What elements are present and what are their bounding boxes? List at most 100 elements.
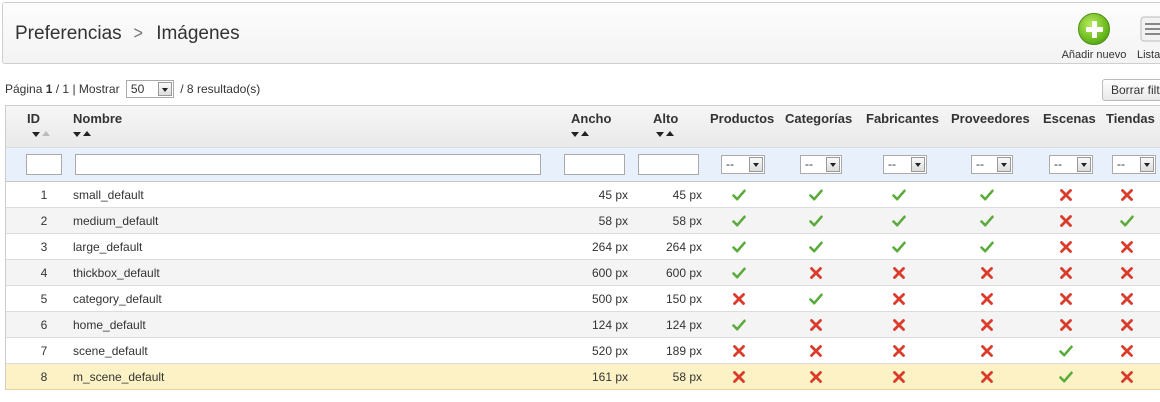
add-new-button[interactable]: Añadir nuevo — [1056, 13, 1132, 61]
cross-icon[interactable] — [980, 266, 994, 280]
cross-icon[interactable] — [1120, 370, 1134, 384]
filter-select-value: -- — [805, 157, 813, 171]
filter-select-manufacturers[interactable]: -- — [883, 155, 927, 174]
table-row[interactable]: 8 m_scene_default 161 px 58 px — [6, 364, 1160, 390]
chevron-down-icon[interactable] — [1140, 157, 1154, 172]
cross-icon[interactable] — [980, 318, 994, 332]
check-icon[interactable] — [1059, 370, 1073, 384]
filter-select-categories[interactable]: -- — [800, 155, 842, 174]
filter-select-products[interactable]: -- — [721, 155, 765, 174]
cross-icon[interactable] — [980, 292, 994, 306]
filter-input-height[interactable] — [638, 154, 699, 175]
check-icon[interactable] — [732, 318, 746, 332]
filter-input-id[interactable] — [26, 154, 62, 175]
check-icon[interactable] — [809, 292, 823, 306]
column-header-products: Productos — [710, 111, 775, 126]
filter-select-stores[interactable]: -- — [1112, 155, 1156, 174]
table-row[interactable]: 6 home_default 124 px 124 px — [6, 312, 1160, 338]
table-row[interactable]: 3 large_default 264 px 264 px — [6, 234, 1160, 260]
check-icon[interactable] — [980, 188, 994, 202]
sort-desc-icon[interactable] — [656, 132, 664, 137]
sort-controls-name — [73, 131, 97, 139]
chevron-down-icon[interactable] — [997, 157, 1011, 172]
sort-asc-icon[interactable] — [83, 131, 91, 136]
sort-asc-icon[interactable] — [42, 131, 50, 136]
breadcrumb-current: Imágenes — [156, 23, 240, 44]
filter-input-width[interactable] — [564, 154, 625, 175]
sort-asc-icon[interactable] — [581, 131, 589, 136]
cross-icon[interactable] — [1059, 240, 1073, 254]
chevron-down-icon[interactable] — [157, 81, 172, 96]
cross-icon[interactable] — [809, 344, 823, 358]
table-row[interactable]: 5 category_default 500 px 150 px — [6, 286, 1160, 312]
check-icon[interactable] — [892, 214, 906, 228]
sort-desc-icon[interactable] — [571, 132, 579, 137]
check-icon[interactable] — [980, 214, 994, 228]
column-header-categories: Categorías — [785, 111, 853, 126]
cross-icon[interactable] — [1059, 292, 1073, 306]
chevron-down-icon[interactable] — [1077, 157, 1091, 172]
column-header-height: Alto — [653, 111, 679, 126]
cross-icon[interactable] — [809, 370, 823, 384]
cross-icon[interactable] — [809, 266, 823, 280]
cell-id: 7 — [40, 344, 48, 358]
per-page-select[interactable]: 50 — [125, 79, 174, 98]
filter-select-suppliers[interactable]: -- — [971, 155, 1013, 174]
column-header-width: Ancho — [571, 111, 612, 126]
filter-input-name[interactable] — [75, 154, 541, 175]
check-icon[interactable] — [892, 188, 906, 202]
cross-icon[interactable] — [1059, 214, 1073, 228]
check-icon[interactable] — [1120, 214, 1134, 228]
list-button[interactable]: Lista — [1137, 13, 1160, 61]
table-row[interactable]: 1 small_default 45 px 45 px — [6, 182, 1160, 208]
cross-icon[interactable] — [892, 292, 906, 306]
check-icon[interactable] — [1059, 344, 1073, 358]
breadcrumb-parent[interactable]: Preferencias — [15, 23, 122, 44]
chevron-down-icon[interactable] — [749, 157, 763, 172]
cross-icon[interactable] — [1120, 292, 1134, 306]
cross-icon[interactable] — [809, 318, 823, 332]
check-icon[interactable] — [732, 240, 746, 254]
check-icon[interactable] — [732, 266, 746, 280]
filter-select-scenes[interactable]: -- — [1049, 155, 1093, 174]
cross-icon[interactable] — [732, 344, 746, 358]
cell-id: 1 — [40, 188, 48, 202]
check-icon[interactable] — [732, 188, 746, 202]
list-label: Lista — [1137, 49, 1160, 61]
cross-icon[interactable] — [1120, 188, 1134, 202]
cross-icon[interactable] — [1120, 240, 1134, 254]
cross-icon[interactable] — [1120, 266, 1134, 280]
cross-icon[interactable] — [1120, 318, 1134, 332]
check-icon[interactable] — [809, 240, 823, 254]
cross-icon[interactable] — [1059, 318, 1073, 332]
chevron-down-icon[interactable] — [911, 157, 925, 172]
reset-filter-button[interactable]: Borrar filtro — [1102, 79, 1160, 101]
table-row[interactable]: 7 scene_default 520 px 189 px — [6, 338, 1160, 364]
table-row[interactable]: 4 thickbox_default 600 px 600 px — [6, 260, 1160, 286]
chevron-down-icon[interactable] — [826, 157, 840, 172]
sort-desc-icon[interactable] — [32, 132, 40, 137]
cross-icon[interactable] — [732, 370, 746, 384]
filter-select-value: -- — [1117, 157, 1125, 171]
cell-name: category_default — [73, 292, 162, 306]
table-row[interactable]: 2 medium_default 58 px 58 px — [6, 208, 1160, 234]
cross-icon[interactable] — [1059, 188, 1073, 202]
cross-icon[interactable] — [892, 318, 906, 332]
cross-icon[interactable] — [892, 344, 906, 358]
check-icon[interactable] — [809, 188, 823, 202]
cross-icon[interactable] — [980, 344, 994, 358]
cell-name: medium_default — [73, 214, 159, 228]
sort-desc-icon[interactable] — [73, 132, 81, 137]
cross-icon[interactable] — [892, 266, 906, 280]
cross-icon[interactable] — [1120, 344, 1134, 358]
cross-icon[interactable] — [1059, 266, 1073, 280]
check-icon[interactable] — [892, 240, 906, 254]
check-icon[interactable] — [809, 214, 823, 228]
cross-icon[interactable] — [980, 370, 994, 384]
check-icon[interactable] — [732, 214, 746, 228]
sort-asc-icon[interactable] — [666, 131, 674, 136]
cross-icon[interactable] — [892, 370, 906, 384]
cross-icon[interactable] — [732, 292, 746, 306]
check-icon[interactable] — [980, 240, 994, 254]
cell-height: 124 px — [665, 318, 702, 332]
